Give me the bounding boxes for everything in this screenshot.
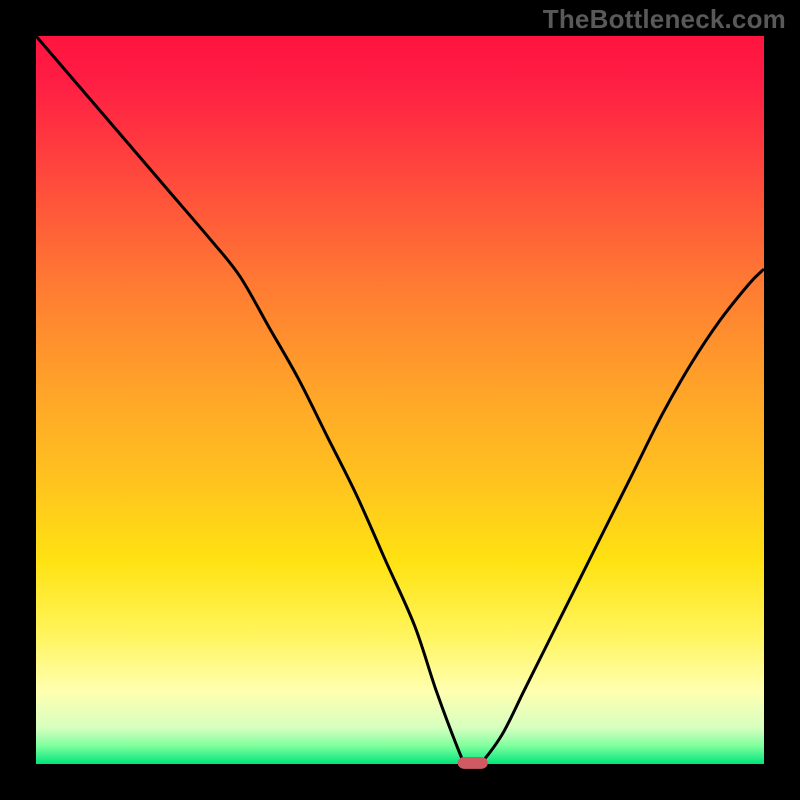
plot-background: [36, 36, 764, 764]
bottleneck-chart: [0, 0, 800, 800]
optimal-marker: [458, 758, 487, 769]
watermark-text: TheBottleneck.com: [543, 4, 786, 35]
chart-frame: TheBottleneck.com: [0, 0, 800, 800]
